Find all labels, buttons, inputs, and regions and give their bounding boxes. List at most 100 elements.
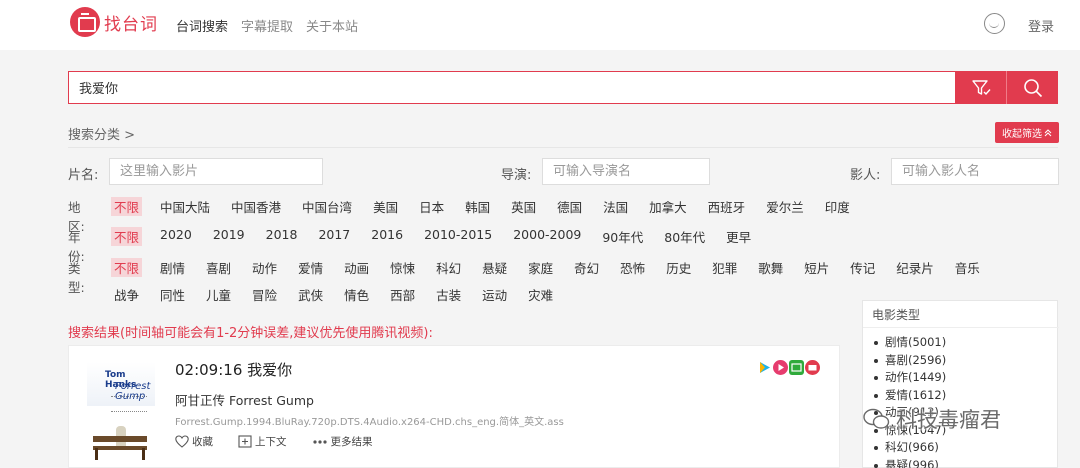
youku-video-icon[interactable] xyxy=(773,360,788,375)
genre-option[interactable]: 情色 xyxy=(344,285,369,304)
favorite-button[interactable]: 收藏 xyxy=(175,434,213,449)
search-button[interactable] xyxy=(1006,71,1058,104)
nav-about[interactable]: 关于本站 xyxy=(306,16,358,35)
year-option[interactable]: 2016 xyxy=(371,227,403,246)
genre-option[interactable]: 爱情 xyxy=(298,258,323,277)
director-field[interactable] xyxy=(542,158,710,185)
actor-label: 影人: xyxy=(850,168,881,183)
region-option[interactable]: 爱尔兰 xyxy=(766,197,804,216)
genre-option[interactable]: 同性 xyxy=(160,285,185,304)
genre-option[interactable]: 古装 xyxy=(436,285,461,304)
region-option[interactable]: 美国 xyxy=(373,197,398,216)
genre-option[interactable]: 儿童 xyxy=(206,285,231,304)
result-card[interactable]: Tom Hanks Forrest Gump 02:09:16 我爱你 阿甘正传… xyxy=(68,345,840,468)
iqiyi-video-icon[interactable] xyxy=(789,360,804,375)
more-results-button[interactable]: 更多结果 xyxy=(312,434,373,449)
year-option[interactable]: 2017 xyxy=(318,227,350,246)
site-logo[interactable]: 找台词 xyxy=(70,7,158,37)
sidebar-genre-item[interactable]: 剧情(5001) xyxy=(873,334,946,352)
result-movie-title[interactable]: 阿甘正传 Forrest Gump xyxy=(175,390,314,409)
genre-option[interactable]: 传记 xyxy=(850,258,875,277)
genre-option[interactable]: 动画 xyxy=(344,258,369,277)
tencent-video-icon[interactable] xyxy=(757,360,772,375)
movie-label: 片名: xyxy=(68,168,99,183)
more-dots-icon xyxy=(312,439,327,444)
more-results-label: 更多结果 xyxy=(330,436,373,448)
genre-option[interactable]: 奇幻 xyxy=(574,258,599,277)
movie-poster[interactable]: Tom Hanks Forrest Gump xyxy=(85,354,157,462)
region-option[interactable]: 西班牙 xyxy=(708,197,746,216)
region-option[interactable]: 德国 xyxy=(557,197,582,216)
poster-title-text: Forrest Gump xyxy=(115,381,151,402)
region-option[interactable]: 英国 xyxy=(511,197,536,216)
genre-option[interactable]: 喜剧 xyxy=(206,258,231,277)
user-avatar-icon[interactable] xyxy=(984,13,1005,34)
filter-button[interactable] xyxy=(955,71,1007,104)
genre-option[interactable]: 武侠 xyxy=(298,285,323,304)
genre-option[interactable]: 动作 xyxy=(252,258,277,277)
collapse-filters-button[interactable]: 收起筛选 xyxy=(995,122,1059,143)
genre-option[interactable]: 悬疑 xyxy=(482,258,507,277)
sidebar-genre-item[interactable]: 悬疑(996) xyxy=(873,457,946,468)
favorite-label: 收藏 xyxy=(192,436,213,448)
actor-field[interactable] xyxy=(891,158,1059,185)
wechat-icon xyxy=(863,408,890,429)
result-line-text: 我爱你 xyxy=(247,361,293,379)
region-option[interactable]: 日本 xyxy=(419,197,444,216)
year-option[interactable]: 80年代 xyxy=(664,227,705,246)
search-category-breadcrumb[interactable]: 搜索分类 > xyxy=(68,124,135,143)
genre-option[interactable]: 恐怖 xyxy=(620,258,645,277)
genre-option[interactable]: 歌舞 xyxy=(758,258,783,277)
search-input[interactable] xyxy=(69,72,955,103)
genre-option[interactable]: 短片 xyxy=(804,258,829,277)
region-option[interactable]: 中国台湾 xyxy=(302,197,352,216)
year-option[interactable]: 90年代 xyxy=(602,227,643,246)
genre-option[interactable]: 灾难 xyxy=(528,285,553,304)
region-option[interactable]: 法国 xyxy=(603,197,628,216)
region-option[interactable]: 中国大陆 xyxy=(160,197,210,216)
region-option[interactable]: 中国香港 xyxy=(231,197,281,216)
year-option[interactable]: 不限 xyxy=(111,227,143,246)
result-actions: 收藏 上下文 更多结果 xyxy=(175,434,398,449)
result-subtitle-file: Forrest.Gump.1994.BluRay.720p.DTS.4Audio… xyxy=(175,417,564,428)
sidebar-genre-item[interactable]: 动作(1449) xyxy=(873,369,946,387)
context-button[interactable]: 上下文 xyxy=(238,434,287,449)
region-option[interactable]: 韩国 xyxy=(465,197,490,216)
genre-option[interactable]: 音乐 xyxy=(955,258,980,277)
nav-line-search[interactable]: 台词搜索 xyxy=(176,16,228,35)
genre-option[interactable]: 剧情 xyxy=(160,258,185,277)
year-option[interactable]: 更早 xyxy=(726,227,751,246)
sidebar-genre-item[interactable]: 喜剧(2596) xyxy=(873,352,946,370)
poster-bench-leg xyxy=(95,448,98,460)
sidebar-title: 电影类型 xyxy=(872,308,921,322)
year-option[interactable]: 2020 xyxy=(160,227,192,246)
mango-video-icon[interactable] xyxy=(805,360,820,375)
year-option[interactable]: 2010-2015 xyxy=(424,227,492,246)
genre-option[interactable]: 冒险 xyxy=(252,285,277,304)
login-link[interactable]: 登录 xyxy=(1028,16,1054,35)
region-option[interactable]: 不限 xyxy=(111,197,143,216)
region-option[interactable]: 印度 xyxy=(825,197,850,216)
movie-name-field[interactable] xyxy=(109,158,323,185)
sidebar-genre-list: 剧情(5001) 喜剧(2596) 动作(1449) 爱情(1612) 动画(913) 惊… xyxy=(873,334,946,468)
genre-option[interactable]: 历史 xyxy=(666,258,691,277)
divider xyxy=(68,147,1058,148)
genre-option[interactable]: 惊悚 xyxy=(390,258,415,277)
genre-option[interactable]: 西部 xyxy=(390,285,415,304)
result-timestamp-line[interactable]: 02:09:16 我爱你 xyxy=(175,359,292,380)
nav-subtitle-extract[interactable]: 字幕提取 xyxy=(241,16,293,35)
year-option[interactable]: 2000-2009 xyxy=(513,227,581,246)
genre-option[interactable]: 战争 xyxy=(114,285,139,304)
sidebar-genre-item[interactable]: 爱情(1612) xyxy=(873,387,946,405)
region-option[interactable]: 加拿大 xyxy=(649,197,687,216)
genre-option[interactable]: 科幻 xyxy=(436,258,461,277)
poster-bench-leg xyxy=(142,448,145,460)
sidebar-genre-item[interactable]: 科幻(966) xyxy=(873,439,946,457)
genre-option[interactable]: 家庭 xyxy=(528,258,553,277)
genre-option[interactable]: 纪录片 xyxy=(896,258,934,277)
genre-option[interactable]: 不限 xyxy=(111,258,143,277)
year-option[interactable]: 2019 xyxy=(213,227,245,246)
year-option[interactable]: 2018 xyxy=(266,227,298,246)
genre-option[interactable]: 运动 xyxy=(482,285,507,304)
genre-option[interactable]: 犯罪 xyxy=(712,258,737,277)
